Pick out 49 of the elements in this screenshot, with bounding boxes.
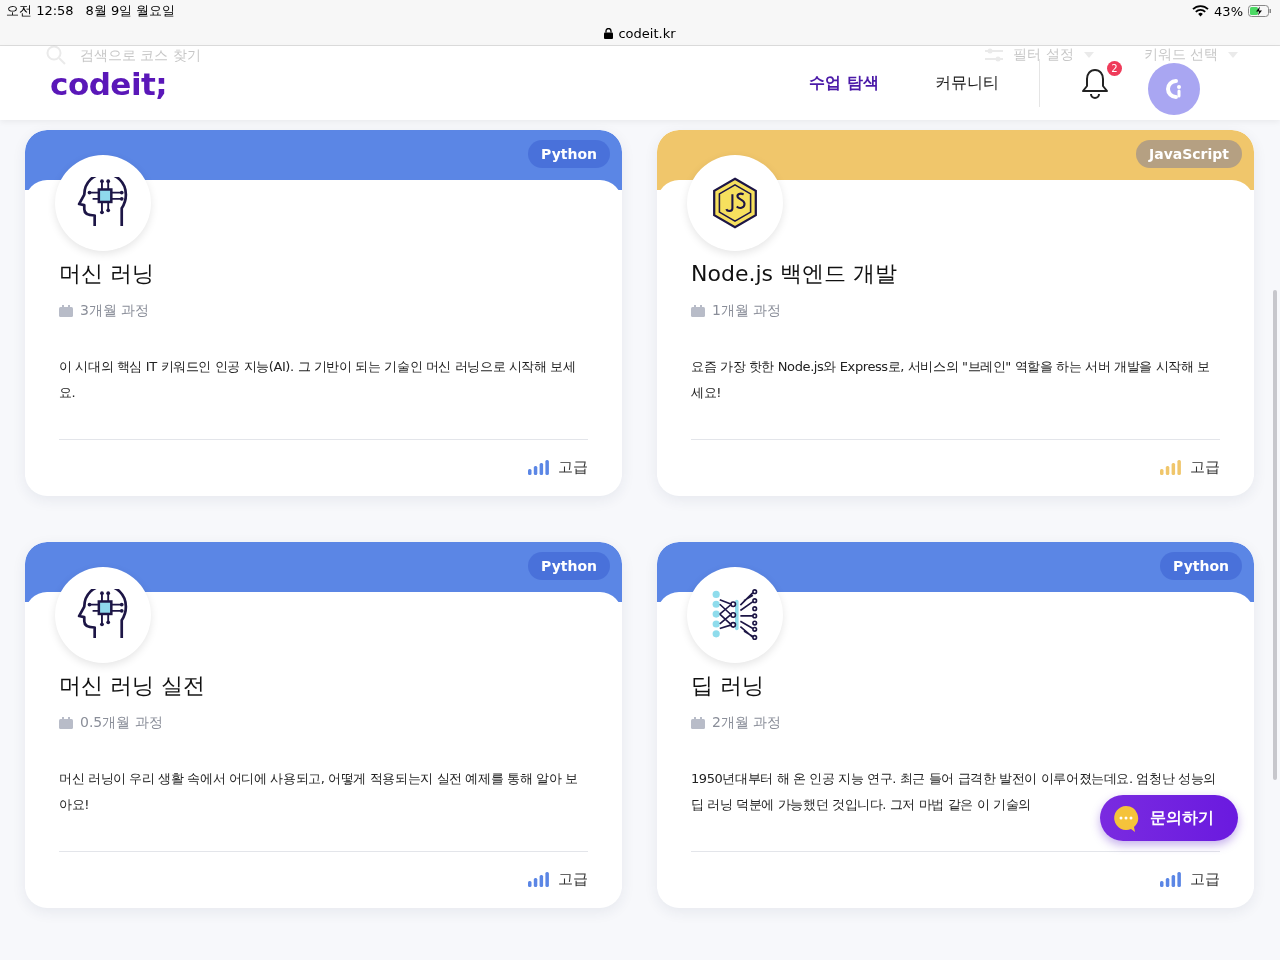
course-description: 머신 러닝이 우리 생활 속에서 어디에 사용되고, 어떻게 적용되는지 실전 예제를 통해 알아 보아요! (59, 770, 579, 814)
course-description: 요즘 가장 핫한 Node.js와 Express로, 서비스의 "브레인" 역할을 하는 서버 개발을 시작해 보세요! (691, 358, 1211, 402)
course-description: 이 시대의 핵심 IT 키워드인 인공 지능(AI). 그 기반이 되는 기술인 머신 러닝으로 시작해 보세요. (59, 358, 577, 402)
inquiry-button[interactable]: 문의하기 (1100, 795, 1238, 841)
battery-icon (1248, 5, 1272, 17)
difficulty-label: 고급 (558, 870, 588, 889)
head-chip-icon (77, 177, 129, 229)
difficulty-label: 고급 (1190, 870, 1220, 889)
course-duration: 2개월 과정 (712, 714, 782, 732)
notification-button[interactable] (1080, 67, 1110, 99)
course-card[interactable]: Python 머신 러닝 실전 0.5개월 과정 머신 러닝이 우리 생활 속에서 어디에 사용되고, 어떻게 적용되는지 실전 예제를 통해 알아 보아요! 고급 (25, 542, 622, 908)
course-duration: 1개월 과정 (712, 302, 782, 320)
level-bars-icon (1160, 872, 1181, 887)
nav-link[interactable]: 수업 탐색 (809, 72, 879, 94)
bell-icon (1080, 67, 1110, 99)
wifi-icon (1192, 5, 1210, 17)
level-bars-icon (528, 872, 549, 887)
course-card[interactable]: JavaScript Node.js 백엔드 개발 1개월 과정 요즘 가장 핫한 Node.js와 Express로, 서비스의 "브레인" 역할을 하는 서버 개발을 시작해 보세요! 고급 (657, 130, 1254, 496)
language-tag: Python (1160, 552, 1242, 580)
head-chip-icon (77, 589, 129, 641)
course-duration: 0.5개월 과정 (80, 714, 163, 732)
language-tag: JavaScript (1135, 140, 1242, 168)
codeit-logo[interactable]: codeit; (50, 66, 168, 102)
calendar-icon (691, 717, 705, 729)
lock-icon (604, 28, 614, 39)
calendar-icon (59, 717, 73, 729)
course-title: Node.js 백엔드 개발 (691, 260, 898, 288)
calendar-icon (691, 305, 705, 317)
difficulty-label: 고급 (1190, 458, 1220, 477)
search-field[interactable]: 검색으로 코스 찾기 (80, 47, 280, 63)
level-bars-icon (528, 460, 549, 475)
difficulty-label: 고급 (558, 458, 588, 477)
chat-bubble-icon (1112, 804, 1140, 832)
language-tag: Python (528, 552, 610, 580)
calendar-icon (59, 305, 73, 317)
status-date: 8월 9일 월요일 (85, 2, 176, 20)
url-text[interactable]: codeit.kr (618, 26, 676, 41)
course-title: 딥 러닝 (691, 672, 765, 700)
level-bars-icon (1160, 460, 1181, 475)
search-icon (46, 45, 66, 65)
course-title: 머신 러닝 (59, 260, 155, 288)
course-title: 머신 러닝 실전 (59, 672, 206, 700)
course-card[interactable]: Python 머신 러닝 3개월 과정 이 시대의 핵심 IT 키워드인 인공 지능(AI). 그 기반이 되는 기술인 머신 러닝으로 시작해 보세요. 고급 (25, 130, 622, 496)
status-time: 오전 12:58 (6, 2, 74, 20)
language-tag: Python (528, 140, 610, 168)
course-duration: 3개월 과정 (80, 302, 150, 320)
battery-percent: 43% (1214, 3, 1243, 19)
nav-link[interactable]: 커뮤니티 (935, 72, 999, 94)
notification-badge: 2 (1107, 61, 1122, 76)
